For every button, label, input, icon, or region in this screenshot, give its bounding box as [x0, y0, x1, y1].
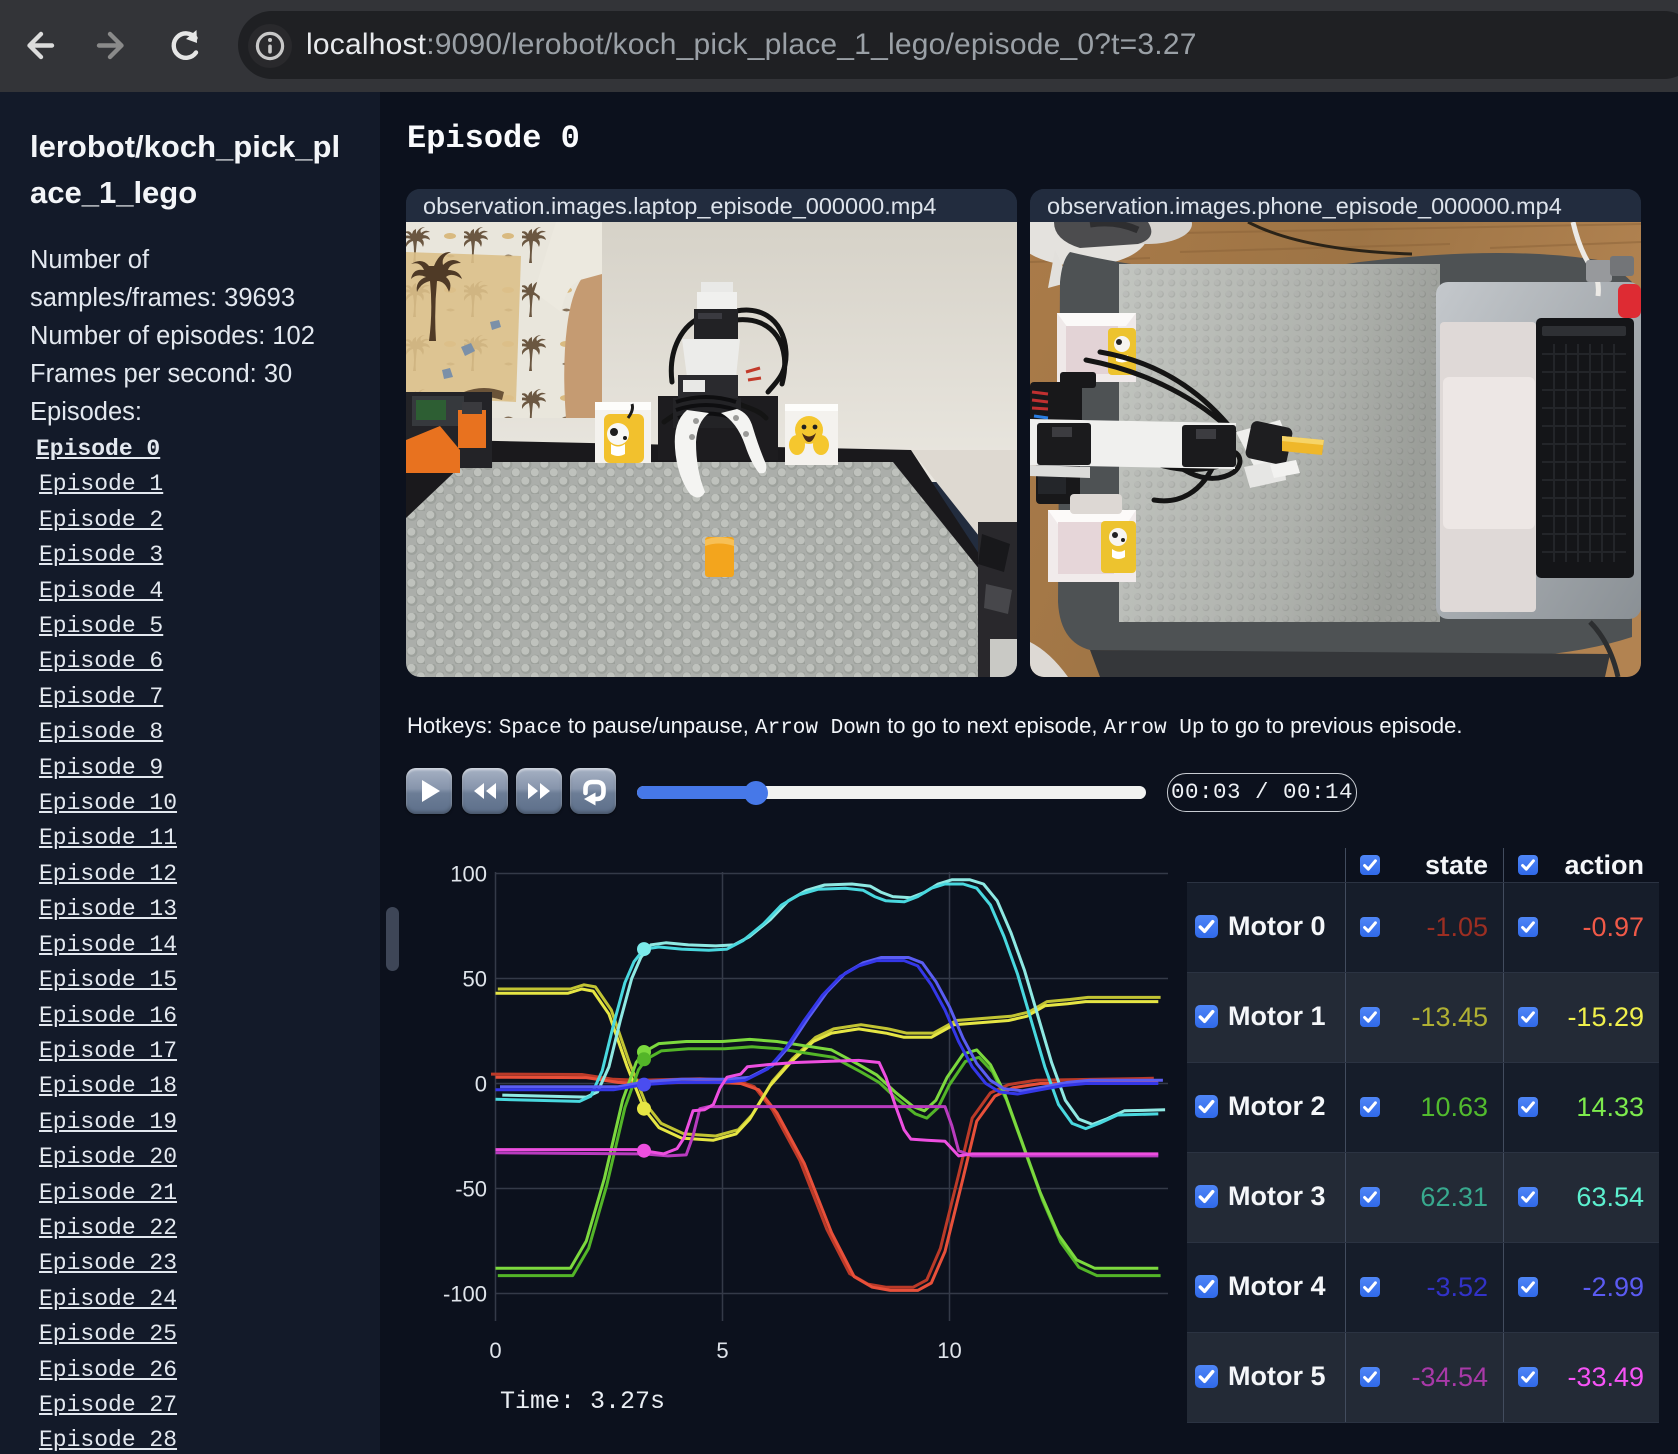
svg-text:5: 5	[716, 1338, 728, 1363]
svg-text:50: 50	[463, 967, 487, 992]
svg-text:-100: -100	[443, 1282, 487, 1307]
svg-text:10: 10	[937, 1338, 961, 1363]
svg-text:100: 100	[450, 862, 487, 887]
svg-text:0: 0	[489, 1338, 501, 1363]
svg-text:-50: -50	[455, 1177, 487, 1202]
svg-text:0: 0	[475, 1072, 487, 1097]
